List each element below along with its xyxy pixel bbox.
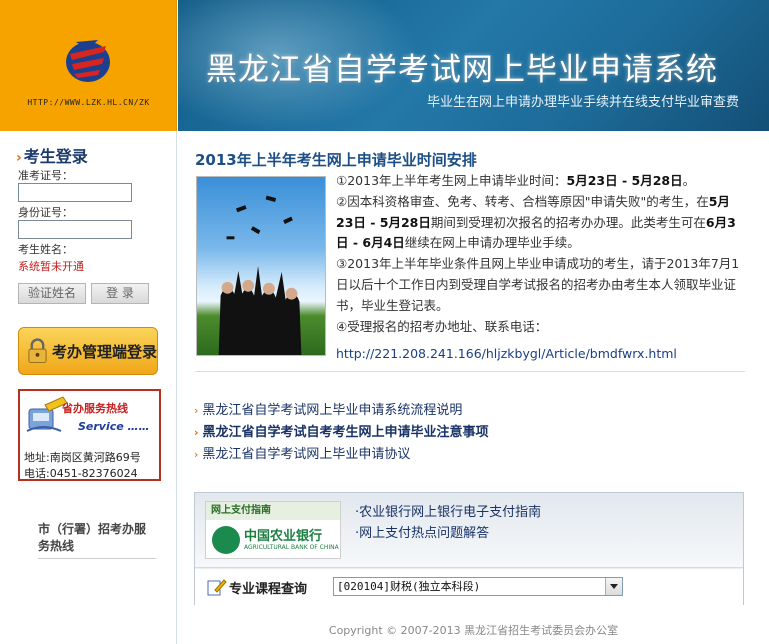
- link-notice-text: 黑龙江省自学考试自考考生网上申请毕业注意事项: [202, 425, 489, 440]
- news-p2-end: 继续在网上申请办理毕业手续。: [404, 235, 580, 251]
- city-hotline-link[interactable]: 市（行署）招考办服务热线: [38, 521, 156, 559]
- hotline-panel[interactable]: 省办服务热线 Service …… 地址:南岗区黄河路69号 电话:0451-8…: [18, 389, 161, 481]
- admin-login-label: 考办管理端登录: [51, 342, 157, 361]
- admin-login-button[interactable]: 考办管理端登录: [18, 327, 158, 375]
- exam-emblem-icon: [66, 40, 110, 82]
- site-logo[interactable]: HTTP://WWW.LZK.HL.CN/ZK: [0, 0, 177, 131]
- arrow-icon: ›: [16, 150, 22, 166]
- payment-faq-link[interactable]: ·网上支付热点问题解答: [355, 522, 489, 541]
- abc-bank-card[interactable]: 网上支付指南 中国农业银行 AGRICULTURAL BANK OF CHINA: [205, 501, 341, 559]
- link-agreement-text: 黑龙江省自学考试网上毕业申请协议: [202, 447, 411, 462]
- news-p1-date: 5月23日 - 5月28日: [566, 173, 683, 188]
- news-body: ①2013年上半年考生网上申请毕业时间：5月23日 - 5月28日。 ②因本科资…: [336, 171, 746, 337]
- bank-name-cn: 中国农业银行: [244, 529, 323, 544]
- page-subtitle: 毕业生在网上申请办理毕业手续并在线支付毕业审查费: [426, 95, 739, 110]
- link-agreement[interactable]: › 黑龙江省自学考试网上毕业申请协议: [194, 443, 410, 462]
- payment-guide-area: 网上支付指南 中国农业银行 AGRICULTURAL BANK OF CHINA…: [195, 493, 743, 568]
- link-process[interactable]: › 黑龙江省自学考试网上毕业申请系统流程说明: [194, 399, 462, 418]
- news-title[interactable]: 2013年上半年考生网上申请毕业时间安排: [195, 149, 477, 170]
- footer-copyright: Copyright © 2007-2013 黑龙江省招生考试委员会办公室: [328, 624, 619, 637]
- login-button[interactable]: 登 录: [91, 283, 149, 304]
- abc-payment-guide-link[interactable]: ·农业银行网上银行电子支付指南: [355, 501, 541, 520]
- arrow-icon: ›: [194, 448, 199, 461]
- sidebar: › 考生登录 准考证号： 身份证号： 考生姓名： 系统暂未开通 验证姓名 登 录 …: [0, 131, 177, 644]
- abc-bank-logo-icon: [212, 526, 240, 554]
- login-heading: › 考生登录: [16, 143, 88, 167]
- course-query-label: 专业课程查询: [229, 582, 308, 597]
- student-name-label: 考生姓名：: [18, 243, 73, 256]
- news-paragraph-3: ③2013年上半年毕业条件且网上毕业申请成功的考生，请于2013年7月1日以后十…: [336, 256, 740, 313]
- main-content: 2013年上半年考生网上申请毕业时间安排 ①2013年上半年考生网上申请毕业时间…: [178, 131, 769, 644]
- news-p2-text: ②因本科资格审查、免考、转考、合档等原因"申请失败"的考生，在: [336, 193, 709, 209]
- verify-name-button[interactable]: 验证姓名: [18, 283, 86, 304]
- course-query-row: 专业课程查询 [020104]财税(独立本科段): [195, 569, 743, 605]
- header-banner: 黑龙江省自学考试网上毕业申请系统 毕业生在网上申请办理毕业手续并在线支付毕业审查…: [178, 0, 769, 131]
- news-p2-mid: 期间到受理初次报名的招考办办理。此类考生可在: [430, 214, 706, 230]
- login-heading-text: 考生登录: [23, 147, 88, 166]
- news-paragraph-1: ①2013年上半年考生网上申请毕业时间：5月23日 - 5月28日。: [336, 171, 746, 192]
- id-number-label: 身份证号：: [18, 206, 73, 219]
- link-notice[interactable]: › 黑龙江省自学考试自考考生网上申请毕业注意事项: [194, 421, 489, 440]
- page-title: 黑龙江省自学考试网上毕业申请系统: [206, 52, 718, 88]
- link-process-text: 黑龙江省自学考试网上毕业申请系统流程说明: [202, 403, 463, 418]
- payment-guide-title: 网上支付指南: [206, 502, 340, 520]
- hotline-service-text: Service ……: [78, 420, 150, 433]
- bank-name-en: AGRICULTURAL BANK OF CHINA: [244, 544, 339, 551]
- admission-number-label: 准考证号：: [18, 169, 73, 182]
- news-p1-text: ①2013年上半年考生网上申请毕业时间：: [336, 173, 567, 188]
- divider: [195, 371, 745, 372]
- lock-icon: [28, 338, 47, 363]
- system-notice: 系统暂未开通: [18, 260, 84, 273]
- edit-document-icon: [207, 579, 227, 596]
- arrow-icon: ›: [194, 404, 199, 417]
- news-paragraph-4: ④受理报名的招考办地址、联系电话：: [336, 318, 548, 334]
- arrow-icon: ›: [194, 426, 199, 439]
- hotline-phone: 电话:0451-82376024: [24, 467, 138, 480]
- course-select[interactable]: [020104]财税(独立本科段): [333, 577, 623, 596]
- hotline-title: 省办服务热线: [62, 402, 128, 415]
- id-number-input[interactable]: [18, 220, 132, 239]
- course-select-value: [020104]财税(独立本科段): [337, 580, 481, 593]
- logo-url-text: HTTP://WWW.LZK.HL.CN/ZK: [27, 98, 150, 107]
- graduation-photo: [196, 176, 326, 356]
- hotline-address: 地址:南岗区黄河路69号: [24, 451, 141, 464]
- admission-number-input[interactable]: [18, 183, 132, 202]
- office-list-link[interactable]: http://221.208.241.166/hljzkbygl/Article…: [336, 346, 677, 361]
- chevron-down-icon[interactable]: [605, 578, 622, 595]
- news-paragraph-2: ②因本科资格审查、免考、转考、合档等原因"申请失败"的考生，在5月23日 - 5…: [336, 192, 746, 254]
- news-p1-end: 。: [682, 173, 696, 188]
- payment-panel: 网上支付指南 中国农业银行 AGRICULTURAL BANK OF CHINA…: [194, 492, 744, 605]
